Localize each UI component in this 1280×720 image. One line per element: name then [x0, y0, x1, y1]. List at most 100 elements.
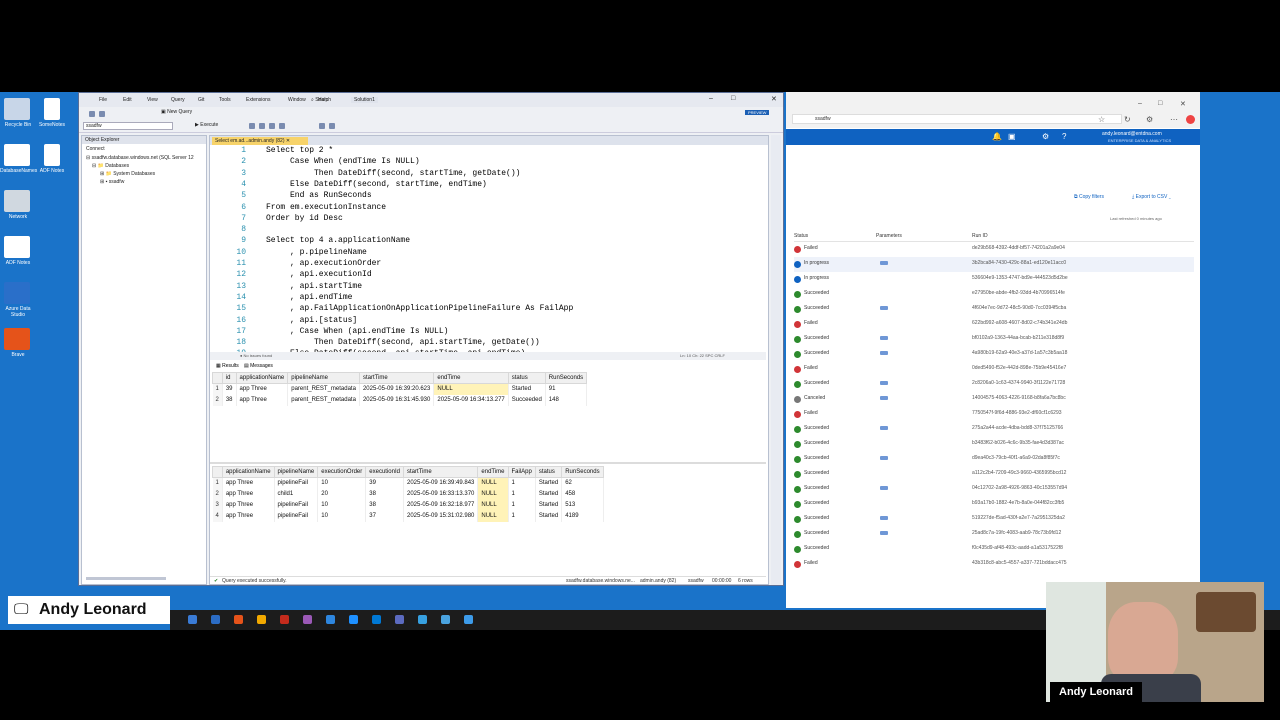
connect-button[interactable]: Connect: [86, 146, 105, 152]
close-button[interactable]: ✕: [771, 95, 777, 103]
column-parameters[interactable]: Parameters: [876, 233, 902, 239]
pipeline-run-row[interactable]: Succeeded e27950be-abde-4fb2-93dd-4b70996…: [794, 287, 1194, 302]
column-header[interactable]: pipelineName: [273, 466, 319, 478]
run-id[interactable]: 43b318c8-abc5-4557-a337-721bddacc475: [972, 560, 1067, 566]
minimize-button[interactable]: –: [1138, 100, 1142, 107]
run-id[interactable]: 0ded5490-f52e-442d-898e-75b9e45416e7: [972, 365, 1066, 371]
parse-icon[interactable]: [249, 123, 255, 129]
tab-results[interactable]: ▦ Results: [216, 363, 239, 369]
code-line[interactable]: , Case When (api.endTime Is NULL): [266, 327, 448, 336]
table-cell[interactable]: pipelineFail: [274, 499, 319, 511]
taskbar-app-icon[interactable]: [395, 615, 404, 624]
column-header[interactable]: RunSeconds: [561, 466, 604, 478]
column-status[interactable]: Status: [794, 233, 808, 239]
column-header[interactable]: RunSeconds: [544, 372, 588, 384]
parameters-icon[interactable]: [880, 306, 888, 310]
table-cell[interactable]: app Three: [222, 477, 275, 489]
desktop-icon-4[interactable]: [4, 282, 30, 304]
run-id[interactable]: 536604e9-1353-4747-bd9e-444523d5d2be: [972, 275, 1068, 281]
run-id[interactable]: 04c12702-2a98-4926-9863-40c153557d94: [972, 485, 1067, 491]
solution-explorer-strip[interactable]: [771, 135, 781, 585]
new-query-button[interactable]: ▣ New Query: [161, 109, 192, 115]
table-cell[interactable]: 20: [317, 488, 367, 500]
table-row[interactable]: 2 app Three child1 20 38 2025-05-09 16:33:13.…: [212, 488, 604, 500]
run-id[interactable]: 14004575-4063-4226-9168-b8fa6a7bc8bc: [972, 395, 1066, 401]
code-line[interactable]: Order by id Desc: [266, 214, 343, 223]
table-cell[interactable]: 513: [561, 499, 604, 511]
results-grid-2[interactable]: applicationName pipelineName executionOrde…: [212, 466, 604, 522]
table-cell[interactable]: Started: [535, 499, 563, 511]
server-node[interactable]: ⊟ ssadfw.database.windows.net (SQL Serve…: [86, 155, 194, 161]
code-editor[interactable]: 1 Select top 2 * 2 Case When (endTime Is N…: [210, 146, 766, 352]
parameters-icon[interactable]: [880, 456, 888, 460]
table-cell[interactable]: app Three: [222, 510, 275, 522]
comment-icon[interactable]: [319, 123, 325, 129]
table-cell[interactable]: parent_REST_metadata: [287, 383, 360, 395]
notifications-icon[interactable]: 🔔: [992, 132, 1002, 141]
menu-query[interactable]: Query: [171, 97, 185, 103]
table-cell[interactable]: app Three: [236, 383, 289, 395]
column-header[interactable]: FailApp: [507, 466, 536, 478]
table-cell[interactable]: app Three: [222, 488, 275, 500]
parameters-icon[interactable]: [880, 486, 888, 490]
code-line[interactable]: Then DateDiff(second, startTime, getDate…: [266, 169, 520, 178]
results-grid-1[interactable]: id applicationName pipelineName startTime en…: [212, 372, 588, 406]
pipeline-run-row[interactable]: Failed 7750547f-9f6d-4886-93e2-df60cf1c62…: [794, 407, 1194, 422]
table-cell[interactable]: NULL: [477, 477, 509, 489]
table-cell[interactable]: 2025-05-09 16:32:18.977: [403, 499, 479, 511]
pipeline-run-row[interactable]: Failed de29b568-4392-4ddf-bf57-74201a2a9e…: [794, 242, 1194, 257]
code-line[interactable]: Select top 2 *: [266, 146, 333, 155]
table-cell[interactable]: Succeeded: [508, 394, 546, 406]
table-cell[interactable]: pipelineFail: [274, 477, 319, 489]
table-cell[interactable]: 1: [508, 488, 536, 500]
tree-node-ssadfw[interactable]: ⊞ ▪ ssadfw: [100, 179, 124, 185]
feedback-icon[interactable]: ▣: [1008, 132, 1016, 141]
maximize-button[interactable]: □: [1158, 100, 1162, 107]
taskbar-app-icon[interactable]: [211, 615, 220, 624]
debug-icon[interactable]: [259, 123, 265, 129]
code-line[interactable]: End as RunSeconds: [266, 191, 372, 200]
menu-edit[interactable]: Edit: [123, 97, 132, 103]
back-icon[interactable]: [89, 111, 95, 117]
table-cell[interactable]: 2025-05-09 16:33:13.370: [403, 488, 479, 500]
table-cell[interactable]: 2025-05-09 16:34:13.277: [433, 394, 509, 406]
table-cell[interactable]: child1: [274, 488, 319, 500]
pipeline-run-row[interactable]: Failed 43b318c8-abc5-4557-a337-721bddacc4…: [794, 557, 1194, 572]
forward-icon[interactable]: [99, 111, 105, 117]
code-line[interactable]: , api.executionId: [266, 270, 372, 279]
pipeline-run-row[interactable]: Succeeded 4a980b19-62a9-40e3-a37d-1a57c3b…: [794, 347, 1194, 362]
menu-view[interactable]: View: [147, 97, 158, 103]
desktop-file-icon[interactable]: [44, 144, 60, 166]
parameters-icon[interactable]: [880, 426, 888, 430]
menu-icon[interactable]: ⋯: [1170, 115, 1178, 124]
taskbar-app-icon[interactable]: [234, 615, 243, 624]
table-cell[interactable]: 37: [365, 510, 404, 522]
table-cell[interactable]: Started: [535, 477, 563, 489]
column-header[interactable]: applicationName: [235, 372, 289, 384]
horizontal-scrollbar[interactable]: [86, 577, 166, 580]
run-id[interactable]: a112c2b4-7209-49c3-9660-4365995bcd12: [972, 470, 1066, 476]
table-cell[interactable]: 1: [212, 477, 223, 489]
menu-file[interactable]: File: [99, 97, 107, 103]
taskbar-app-icon[interactable]: [441, 615, 450, 624]
table-cell[interactable]: 1: [508, 477, 536, 489]
menu-window[interactable]: Window: [288, 97, 306, 103]
table-cell[interactable]: 2025-05-09 15:31:02.980: [403, 510, 479, 522]
run-id[interactable]: 25ad8c7a-19fc-4083-aab9-78c73b9fd12: [972, 530, 1061, 536]
taskbar-app-icon[interactable]: [326, 615, 335, 624]
pipeline-run-row[interactable]: Succeeded 519227de-f5ad-430f-a2e7-7a29513…: [794, 512, 1194, 527]
column-header[interactable]: status: [507, 372, 546, 384]
table-cell[interactable]: parent_REST_metadata: [287, 394, 360, 406]
column-header[interactable]: id: [221, 372, 237, 384]
parameters-icon[interactable]: [880, 531, 888, 535]
pipeline-run-row[interactable]: Succeeded 275a2a44-acde-4dba-bdd8-37f7512…: [794, 422, 1194, 437]
code-line[interactable]: , api.endTime: [266, 293, 352, 302]
results-text-icon[interactable]: [279, 123, 285, 129]
table-cell[interactable]: NULL: [433, 383, 509, 395]
table-cell[interactable]: 4: [212, 510, 223, 522]
table-cell[interactable]: 10: [317, 477, 367, 489]
desktop-icon-1[interactable]: [4, 144, 30, 166]
copy-filters-button[interactable]: ⧉ Copy filters: [1074, 194, 1104, 200]
column-header[interactable]: [212, 466, 223, 478]
pipeline-run-row[interactable]: Succeeded b3483f62-b026-4c6c-9b35-fae4d3d…: [794, 437, 1194, 452]
